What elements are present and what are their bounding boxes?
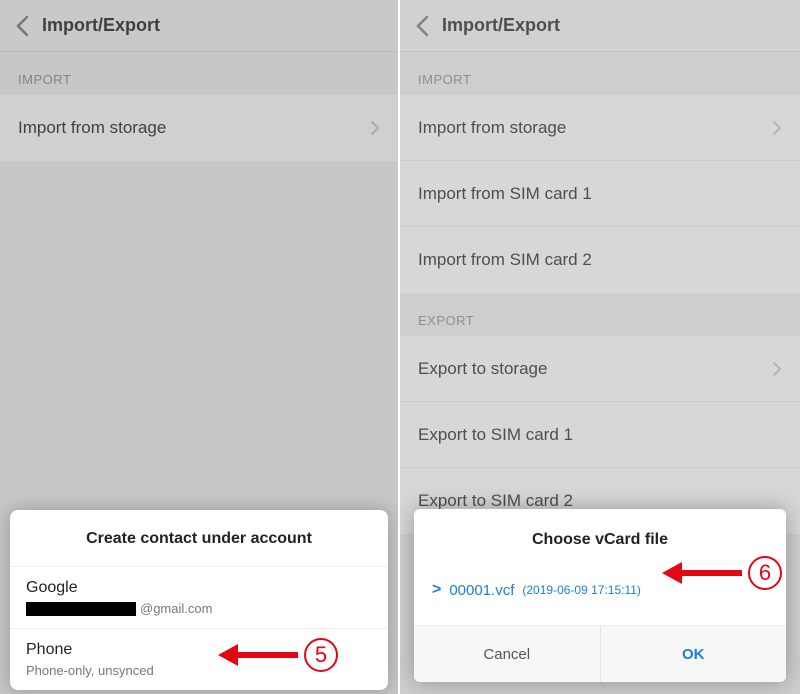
- file-name: 00001.vcf: [449, 582, 514, 599]
- file-option[interactable]: > 00001.vcf (2019-06-09 17:15:11): [414, 575, 786, 626]
- account-email: @gmail.com: [26, 601, 372, 616]
- account-email-suffix: @gmail.com: [140, 601, 212, 616]
- ok-button[interactable]: OK: [601, 626, 787, 682]
- dialog-button-row: Cancel OK: [414, 626, 786, 682]
- expand-caret-icon: >: [432, 581, 441, 599]
- account-google[interactable]: Google @gmail.com: [10, 567, 388, 629]
- cancel-button[interactable]: Cancel: [414, 626, 601, 682]
- account-name: Phone: [26, 641, 372, 659]
- sheet-title: Create contact under account: [10, 510, 388, 567]
- file-timestamp: (2019-06-09 17:15:11): [522, 583, 641, 597]
- redacted-email-prefix: [26, 602, 136, 616]
- dialog-title: Choose vCard file: [414, 509, 786, 575]
- account-picker-sheet: Create contact under account Google @gma…: [10, 510, 388, 690]
- account-name: Google: [26, 579, 372, 597]
- account-phone[interactable]: Phone Phone-only, unsynced: [10, 629, 388, 690]
- account-sub: Phone-only, unsynced: [26, 663, 372, 678]
- vcard-dialog: Choose vCard file > 00001.vcf (2019-06-0…: [414, 509, 786, 682]
